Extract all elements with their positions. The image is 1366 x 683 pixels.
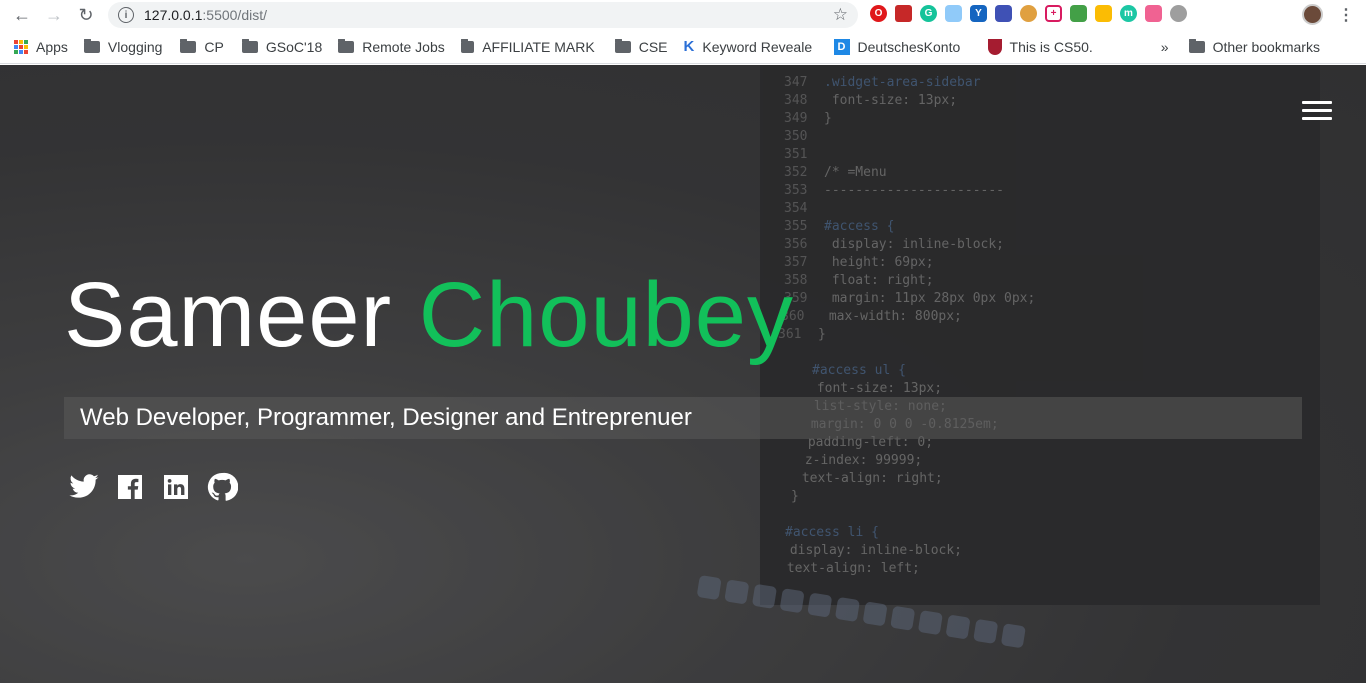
cast-extension-icon[interactable] xyxy=(1145,5,1162,22)
bookmark-label: AFFILIATE MARK xyxy=(482,38,595,55)
drive-extension-icon[interactable] xyxy=(1095,5,1112,22)
car-extension-icon[interactable] xyxy=(895,5,912,22)
bookmark-label: Other bookmarks xyxy=(1212,38,1320,55)
bookmark-label: GSoC'18 xyxy=(265,38,323,55)
bookmark-gsoc[interactable]: GSoC'18 xyxy=(241,38,323,55)
profile-avatar[interactable] xyxy=(1302,4,1323,25)
facebook-icon[interactable] xyxy=(114,471,146,503)
forward-icon[interactable]: → xyxy=(38,0,70,30)
folder-icon xyxy=(180,38,197,53)
menu-kebab-icon[interactable]: ⋮ xyxy=(1338,5,1354,25)
bookmark-label: This is CS50. xyxy=(1009,38,1093,55)
bookmark-cs50[interactable]: This is CS50. xyxy=(987,38,1093,55)
last-name: Choubey xyxy=(418,264,794,366)
bookmark-vlogging[interactable]: Vlogging xyxy=(83,38,163,55)
bookmark-cp[interactable]: CP xyxy=(180,38,224,55)
address-bar[interactable]: i 127.0.0.1:5500/dist/ ☆ xyxy=(108,2,858,28)
linkedin-icon[interactable] xyxy=(160,471,192,503)
bookmark-label: Apps xyxy=(36,38,68,55)
url-path: :5500/dist/ xyxy=(202,7,267,23)
bookmark-label: Remote Jobs xyxy=(362,38,445,55)
notes-extension-icon[interactable] xyxy=(945,5,962,22)
reload-icon[interactable]: ↻ xyxy=(70,0,102,30)
back-icon[interactable]: ← xyxy=(6,0,38,30)
bookmark-star-icon[interactable]: ☆ xyxy=(833,5,848,25)
bookmarks-bar: Apps Vlogging CP GSoC'18 Remote Jobs AFF… xyxy=(0,30,1366,64)
more-bookmarks-button[interactable]: » xyxy=(1161,39,1169,55)
folder-icon xyxy=(241,38,258,53)
bag-extension-icon[interactable] xyxy=(995,5,1012,22)
bookmark-affiliate[interactable]: AFFILIATE MARK xyxy=(460,38,595,55)
harvard-icon xyxy=(987,38,1002,55)
bookmark-label: CP xyxy=(204,38,224,55)
bookmark-apps[interactable]: Apps xyxy=(14,39,68,55)
folder-icon xyxy=(460,38,475,53)
first-name: Sameer xyxy=(64,264,393,366)
bookmark-cse[interactable]: CSE xyxy=(614,38,668,55)
cloud-extension-icon[interactable] xyxy=(1170,5,1187,22)
folder-icon xyxy=(83,38,100,53)
d-icon: D xyxy=(833,38,850,55)
twitter-icon[interactable] xyxy=(68,471,100,503)
download-extension-icon[interactable] xyxy=(1070,5,1087,22)
tagline-text: Web Developer, Programmer, Designer and … xyxy=(80,404,692,431)
bookmark-keyword-revealer[interactable]: K Keyword Reveale xyxy=(684,38,820,55)
bookmark-other[interactable]: Other bookmarks xyxy=(1188,38,1320,55)
bookmark-remote-jobs[interactable]: Remote Jobs xyxy=(338,38,445,55)
tagline: Web Developer, Programmer, Designer and … xyxy=(64,397,1302,439)
url-host: 127.0.0.1 xyxy=(144,7,203,23)
apps-grid-icon xyxy=(14,39,28,54)
site-info-icon[interactable]: i xyxy=(118,7,134,23)
m-extension-icon[interactable]: m xyxy=(1120,5,1137,22)
plus-extension-icon[interactable]: + xyxy=(1045,5,1062,22)
folder-icon xyxy=(338,38,355,53)
github-icon[interactable] xyxy=(206,471,238,503)
hero-section: 347 .widget-area-sidebar 348 font-size: 13… xyxy=(0,65,1366,683)
bookmark-label: Keyword Reveale xyxy=(702,38,813,55)
bookmark-label: CSE xyxy=(638,38,668,55)
cookie-extension-icon[interactable] xyxy=(1020,5,1037,22)
bookmark-label: DeutschesKonto xyxy=(857,38,961,55)
page-title: Sameer Choubey xyxy=(64,263,794,368)
social-links xyxy=(68,471,238,503)
keyword-icon: K xyxy=(683,38,695,55)
folder-icon xyxy=(614,38,631,53)
bookmark-deutscheskonto[interactable]: D DeutschesKonto xyxy=(833,38,974,55)
y-extension-icon[interactable]: Y xyxy=(970,5,987,22)
browser-toolbar: ← → ↻ i 127.0.0.1:5500/dist/ ☆ O G Y + m… xyxy=(0,0,1366,30)
opera-extension-icon[interactable]: O xyxy=(870,5,887,22)
grammarly-icon[interactable]: G xyxy=(920,5,937,22)
folder-icon xyxy=(1188,38,1205,53)
extensions-bar: O G Y + m xyxy=(870,5,1187,22)
hamburger-menu-icon[interactable] xyxy=(1302,101,1332,121)
bookmark-label: Vlogging xyxy=(107,38,163,55)
dark-overlay xyxy=(0,65,1366,683)
